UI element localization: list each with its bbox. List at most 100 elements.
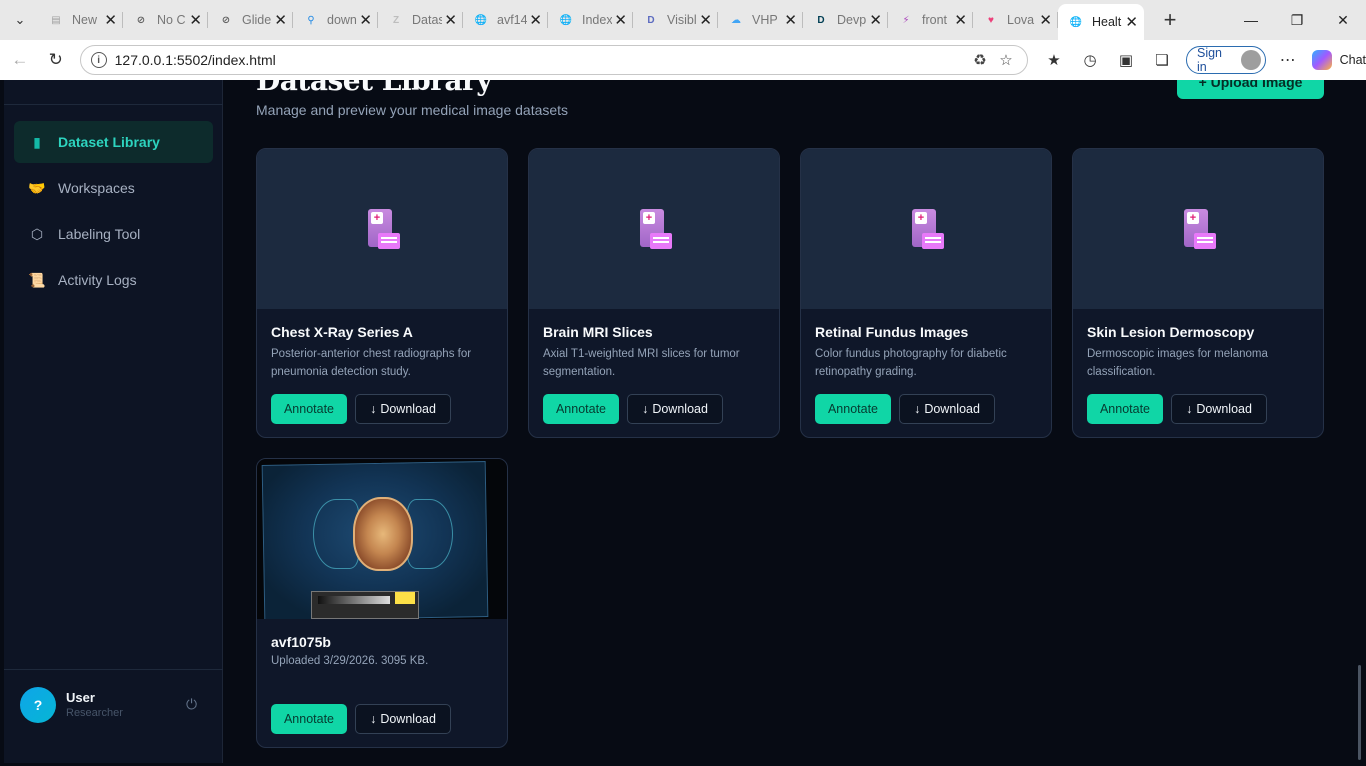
- close-tab-icon[interactable]: ✕: [359, 11, 372, 29]
- copilot-icon: [1311, 50, 1332, 70]
- devpost-icon: D: [817, 14, 825, 26]
- sidebar-item-dataset-library[interactable]: ▮ Dataset Library: [14, 121, 213, 163]
- browser-tab[interactable]: ▤ New ✕: [38, 4, 123, 36]
- close-tab-icon[interactable]: ✕: [1125, 13, 1138, 31]
- read-aloud-icon[interactable]: ♻: [967, 51, 993, 69]
- download-arrow-icon: ↓: [914, 402, 921, 416]
- dataset-thumbnail: +: [801, 149, 1051, 309]
- close-tab-icon[interactable]: ✕: [104, 11, 117, 29]
- favorites-icon[interactable]: ★: [1036, 44, 1072, 76]
- close-tab-icon[interactable]: ✕: [699, 11, 712, 29]
- browser-tab[interactable]: D Devp ✕: [803, 4, 888, 36]
- scrollbar-thumb[interactable]: [1358, 665, 1361, 760]
- download-button[interactable]: ↓ Download: [899, 394, 995, 424]
- annotate-button[interactable]: Annotate: [271, 394, 347, 424]
- hexagon-icon: ⬡: [30, 225, 44, 242]
- dataset-description: Posterior-anterior chest radiographs for…: [271, 348, 472, 378]
- medical-record-icon: +: [908, 209, 944, 249]
- user-avatar[interactable]: ?: [20, 687, 56, 723]
- browser-tab[interactable]: 🌐 Index ✕: [548, 4, 633, 36]
- globe-icon: 🌐: [1069, 16, 1083, 28]
- copilot-chat-button[interactable]: Chat: [1311, 50, 1366, 70]
- close-tab-icon[interactable]: ✕: [954, 11, 967, 29]
- dataset-card[interactable]: avf1075b Uploaded 3/29/2026. 3095 KB. Anno…: [256, 458, 508, 748]
- user-role: Researcher: [66, 707, 123, 719]
- sign-in-button[interactable]: Sign in: [1185, 46, 1266, 74]
- reload-button[interactable]: ↻: [40, 44, 72, 76]
- dataset-icon: ▮: [33, 133, 41, 150]
- annotate-button[interactable]: Annotate: [543, 394, 619, 424]
- download-label: Download: [380, 402, 436, 416]
- browser-tab[interactable]: ⊘ No C ✕: [123, 4, 208, 36]
- handshake-icon: 🤝: [28, 179, 46, 196]
- annotate-button[interactable]: Annotate: [271, 704, 347, 734]
- browser-tab-strip: ⌄ ▤ New ✕ ⊘ No C ✕ ⊘ Glide ✕ ⚲ down ✕ Z Datas ✕ 🌐 avf14 ✕…: [0, 0, 1366, 40]
- new-tab-button[interactable]: +: [1154, 4, 1186, 36]
- dataset-meta: Uploaded 3/29/2026. 3095 KB.: [271, 655, 429, 667]
- browser-tab[interactable]: ⚡ front ✕: [888, 4, 973, 36]
- main-content: Dataset Library Manage and preview your …: [224, 80, 1354, 766]
- tab-title: Datas: [412, 13, 443, 27]
- scroll-icon: 📜: [28, 271, 46, 288]
- close-tab-icon[interactable]: ✕: [869, 11, 882, 29]
- download-button[interactable]: ↓ Download: [1171, 394, 1267, 424]
- download-button[interactable]: ↓ Download: [627, 394, 723, 424]
- close-tab-icon[interactable]: ✕: [1039, 11, 1052, 29]
- site-info-icon[interactable]: i: [90, 52, 107, 68]
- close-window-button[interactable]: ✕: [1320, 0, 1366, 40]
- close-tab-icon[interactable]: ✕: [444, 11, 457, 29]
- annotate-button[interactable]: Annotate: [815, 394, 891, 424]
- browser-tab[interactable]: 🌐 Healt ✕: [1058, 4, 1144, 40]
- zb-icon: Z: [392, 14, 400, 26]
- favorite-star-icon[interactable]: ☆: [993, 51, 1019, 69]
- dataset-thumbnail: +: [529, 149, 779, 309]
- omnibox[interactable]: i 127.0.0.1:5502/index.html ♻ ☆: [79, 45, 1028, 75]
- browser-tab[interactable]: ☁ VHP ✕: [718, 4, 803, 36]
- medical-record-icon: +: [364, 209, 400, 249]
- browser-tab[interactable]: Z Datas ✕: [378, 4, 463, 36]
- download-label: Download: [380, 712, 436, 726]
- url-text[interactable]: 127.0.0.1:5502/index.html: [115, 52, 967, 68]
- back-button[interactable]: ←: [4, 44, 36, 76]
- tab-list-button[interactable]: ⌄: [6, 6, 34, 34]
- close-tab-icon[interactable]: ✕: [784, 11, 797, 29]
- minimize-button[interactable]: —: [1228, 0, 1274, 40]
- download-button[interactable]: ↓ Download: [355, 394, 451, 424]
- sidebar-item-labeling-tool[interactable]: ⬡ Labeling Tool: [14, 213, 213, 255]
- browser-tab[interactable]: 🌐 avf14 ✕: [463, 4, 548, 36]
- restore-button[interactable]: ❐: [1274, 0, 1320, 40]
- close-tab-icon[interactable]: ✕: [614, 11, 627, 29]
- download-label: Download: [924, 402, 980, 416]
- annotate-button[interactable]: Annotate: [1087, 394, 1163, 424]
- upload-image-button[interactable]: + Upload Image: [1177, 80, 1324, 99]
- download-arrow-icon: ↓: [1186, 402, 1193, 416]
- blocked-icon: ⊘: [136, 14, 146, 26]
- sidebar-item-workspaces[interactable]: 🤝 Workspaces: [14, 167, 213, 209]
- history-icon[interactable]: ◷: [1072, 44, 1108, 76]
- browser-tab[interactable]: D Visibl ✕: [633, 4, 718, 36]
- browser-tab[interactable]: ⊘ Glide ✕: [208, 4, 293, 36]
- tab-title: down: [327, 13, 357, 27]
- download-button[interactable]: ↓ Download: [355, 704, 451, 734]
- logout-power-icon[interactable]: ⏻: [186, 696, 197, 713]
- dataset-card[interactable]: + Chest X-Ray Series A Posterior-anterior …: [256, 148, 508, 438]
- close-tab-icon[interactable]: ✕: [189, 11, 202, 29]
- page-icon: ▤: [51, 14, 61, 26]
- sidebar-item-activity-logs[interactable]: 📜 Activity Logs: [14, 259, 213, 301]
- medical-record-icon: +: [636, 209, 672, 249]
- tab-title: Glide: [242, 13, 272, 27]
- browser-tab[interactable]: ⚲ down ✕: [293, 4, 378, 36]
- more-menu-icon[interactable]: ⋯: [1270, 50, 1306, 70]
- browser-tab[interactable]: ♥ Lova ✕: [973, 4, 1058, 36]
- dataset-card[interactable]: + Skin Lesion Dermoscopy Dermoscopic image…: [1072, 148, 1324, 438]
- close-tab-icon[interactable]: ✕: [529, 11, 542, 29]
- dataset-card[interactable]: + Retinal Fundus Images Color fundus photo…: [800, 148, 1052, 438]
- user-name: User: [66, 690, 95, 705]
- screenshot-icon[interactable]: ▣: [1108, 44, 1144, 76]
- sidebar: ▮ Dataset Library 🤝 Workspaces ⬡ Labeling Too…: [4, 80, 223, 763]
- download-arrow-icon: ↓: [370, 712, 377, 726]
- dataset-title: Skin Lesion Dermoscopy: [1087, 324, 1255, 340]
- close-tab-icon[interactable]: ✕: [274, 11, 287, 29]
- dataset-card[interactable]: + Brain MRI Slices Axial T1-weighted MRI s…: [528, 148, 780, 438]
- extensions-icon[interactable]: ❏: [1144, 44, 1180, 76]
